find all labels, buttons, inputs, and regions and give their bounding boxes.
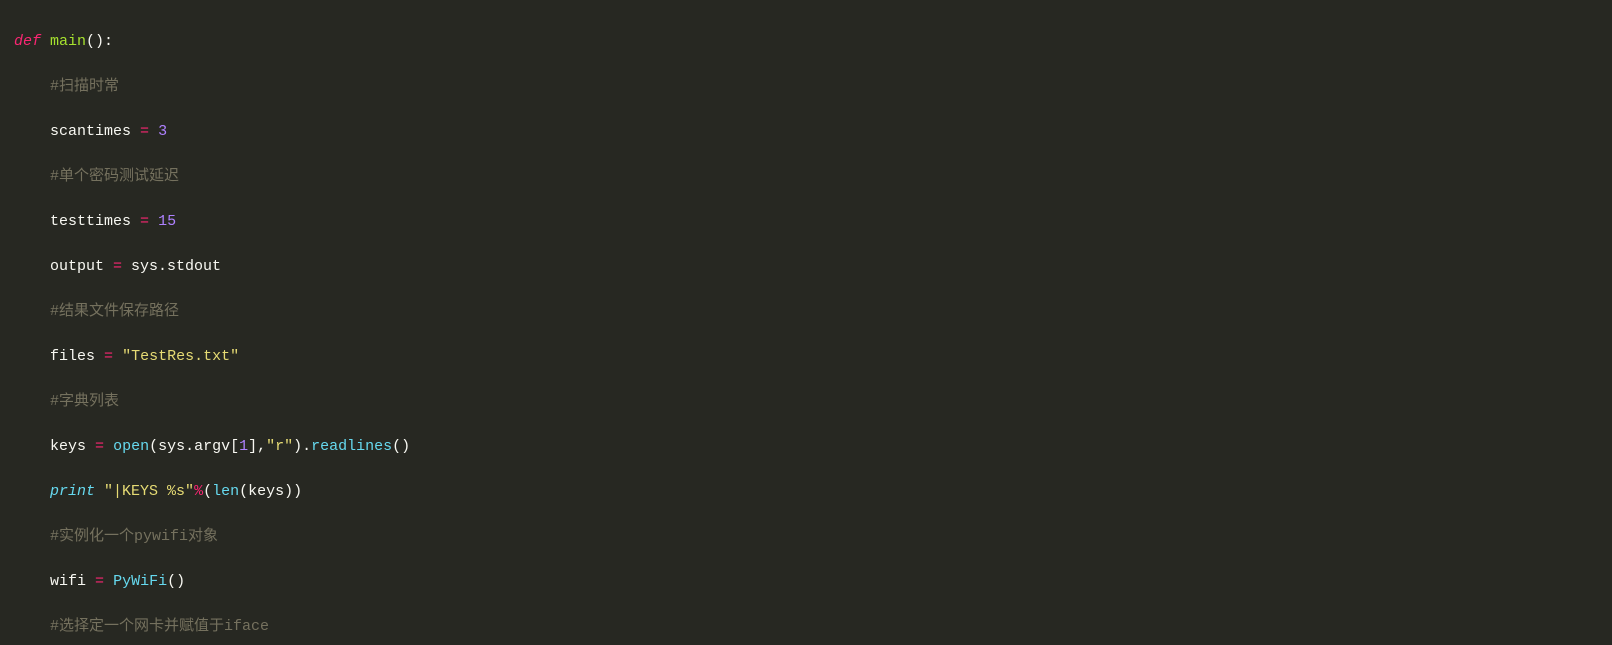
function-name: main <box>50 33 86 50</box>
code-line: def main(): <box>14 31 1598 54</box>
code-line: #单个密码测试延迟 <box>14 166 1598 189</box>
comment: #实例化一个pywifi对象 <box>50 528 218 545</box>
number-literal: 3 <box>158 123 167 140</box>
code-line: output = sys.stdout <box>14 256 1598 279</box>
code-line: testtimes = 15 <box>14 211 1598 234</box>
number-literal: 15 <box>158 213 176 230</box>
builtin-len: len <box>212 483 239 500</box>
code-line: wifi = PyWiFi() <box>14 571 1598 594</box>
code-line: #选择定一个网卡并赋值于iface <box>14 616 1598 639</box>
keyword-def: def <box>14 33 41 50</box>
method-readlines: readlines <box>311 438 392 455</box>
builtin-open: open <box>113 438 149 455</box>
code-line: #实例化一个pywifi对象 <box>14 526 1598 549</box>
code-line: print "|KEYS %s"%(len(keys)) <box>14 481 1598 504</box>
code-line: #结果文件保存路径 <box>14 301 1598 324</box>
comment: #字典列表 <box>50 393 119 410</box>
string-literal: "TestRes.txt" <box>122 348 239 365</box>
comment: #单个密码测试延迟 <box>50 168 179 185</box>
keyword-print: print <box>50 483 95 500</box>
comment: #选择定一个网卡并赋值于iface <box>50 618 269 635</box>
code-line: scantimes = 3 <box>14 121 1598 144</box>
code-line: keys = open(sys.argv[1],"r").readlines() <box>14 436 1598 459</box>
class-pywifi: PyWiFi <box>113 573 167 590</box>
code-line: #扫描时常 <box>14 76 1598 99</box>
code-line: #字典列表 <box>14 391 1598 414</box>
code-line: files = "TestRes.txt" <box>14 346 1598 369</box>
comment: #扫描时常 <box>50 78 119 95</box>
code-editor[interactable]: def main(): #扫描时常 scantimes = 3 #单个密码测试延… <box>0 0 1612 645</box>
comment: #结果文件保存路径 <box>50 303 179 320</box>
